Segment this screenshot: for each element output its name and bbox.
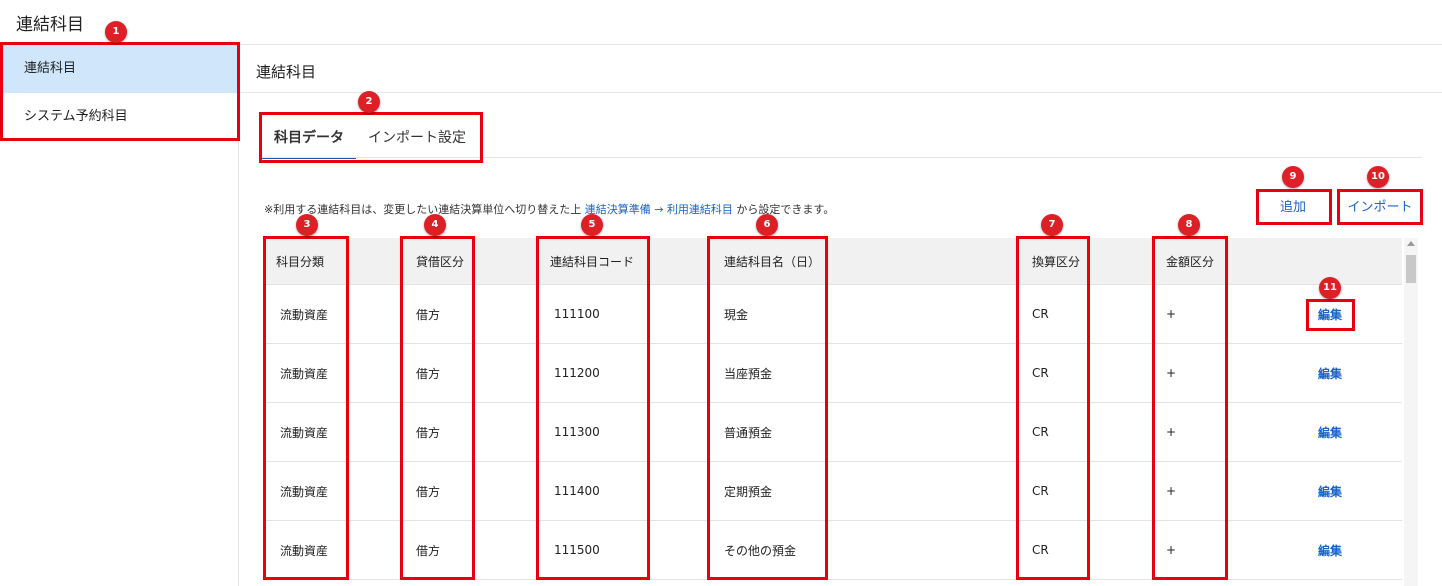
annotation-box-10 [1337, 189, 1423, 225]
annotation-box-6 [707, 236, 828, 580]
notice-link[interactable]: 連結決算準備 → 利用連結科目 [585, 203, 733, 216]
edit-button[interactable]: 編集 [1318, 403, 1342, 461]
annotation-badge-4: 4 [424, 214, 446, 236]
annotation-box-5 [536, 236, 650, 580]
edit-button[interactable]: 編集 [1318, 521, 1342, 579]
annotation-box-4 [400, 236, 475, 580]
annotation-badge-3: 3 [296, 214, 318, 236]
annotation-box-3 [263, 236, 349, 580]
edit-button[interactable]: 編集 [1318, 462, 1342, 520]
annotation-badge-8: 8 [1178, 214, 1200, 236]
table-scrollbar[interactable] [1404, 238, 1418, 586]
annotation-box-1 [0, 42, 240, 141]
notice-text: ※利用する連結科目は、変更したい連結決算単位へ切り替えた上 連結決算準備 → 利… [264, 201, 834, 217]
notice-prefix: ※利用する連結科目は、変更したい連結決算単位へ切り替えた上 [264, 203, 585, 216]
annotation-box-9 [1256, 189, 1332, 225]
annotation-box-7 [1016, 236, 1090, 580]
app-title: 連結科目 [16, 15, 84, 35]
annotation-box-8 [1152, 236, 1228, 580]
annotation-badge-5: 5 [581, 214, 603, 236]
annotation-badge-1: 1 [105, 21, 127, 43]
annotation-badge-11: 11 [1319, 277, 1341, 299]
scroll-thumb[interactable] [1406, 255, 1416, 283]
notice-suffix: から設定できます。 [732, 203, 835, 216]
annotation-badge-2: 2 [358, 91, 380, 113]
annotation-badge-10: 10 [1367, 166, 1389, 188]
edit-button[interactable]: 編集 [1318, 344, 1342, 402]
annotation-box-2 [259, 112, 483, 163]
scroll-up-arrow-icon[interactable] [1407, 241, 1415, 246]
annotation-badge-7: 7 [1041, 214, 1063, 236]
annotation-badge-9: 9 [1282, 166, 1304, 188]
annotation-box-11 [1306, 299, 1355, 331]
page-title: 連結科目 [256, 63, 317, 81]
title-divider [239, 92, 1442, 93]
annotation-badge-6: 6 [756, 214, 778, 236]
